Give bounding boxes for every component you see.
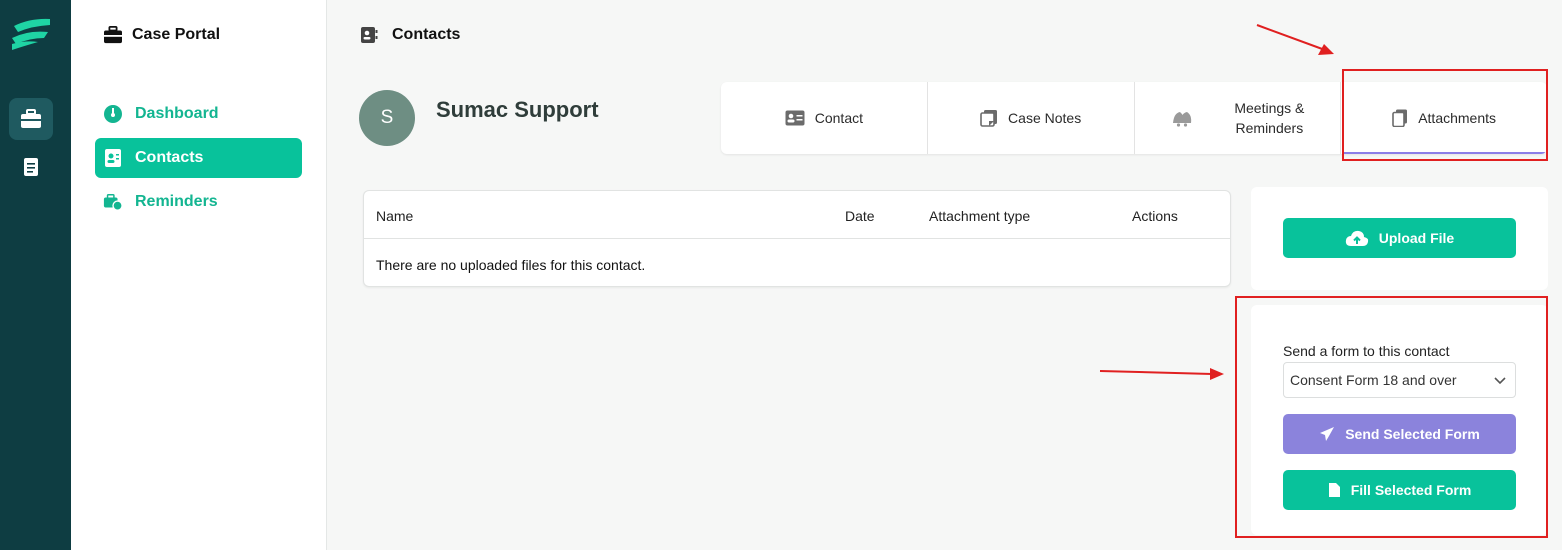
tab-label: Case Notes (1008, 110, 1082, 126)
tab-label: Contact (814, 110, 863, 126)
column-header-actions: Actions (1132, 208, 1178, 224)
app-rail (0, 0, 71, 550)
briefcase-icon (104, 26, 122, 44)
upload-file-label: Upload File (1378, 230, 1455, 246)
contacts-card-icon (103, 148, 123, 168)
arrow-icon (1099, 368, 1224, 380)
dashboard-gauge-icon (103, 104, 123, 124)
sidebar-item-label: Reminders (135, 193, 218, 210)
bells-icon (1170, 109, 1194, 127)
page-title: Contacts (392, 26, 461, 43)
portal-title: Case Portal (132, 26, 221, 43)
tab-contact[interactable]: Contact (721, 82, 928, 154)
upload-card: Upload File (1251, 187, 1548, 290)
empty-state-message: There are no uploaded files for this con… (376, 257, 646, 273)
portal-brand: Case Portal (103, 26, 220, 44)
page-header: Contacts (360, 26, 460, 44)
column-header-date[interactable]: Date (845, 208, 875, 224)
cloud-upload-icon (1345, 230, 1368, 246)
nav-panel: Case Portal Dashboard Contacts Reminders (71, 0, 327, 550)
contacts-book-icon (361, 27, 378, 43)
column-header-attachment-type[interactable]: Attachment type (929, 208, 1030, 224)
attachments-table: Name Date Attachment type Actions There … (363, 190, 1231, 287)
id-card-icon (785, 110, 805, 126)
arrow-icon (1256, 24, 1334, 55)
avatar: S (359, 90, 415, 146)
sidebar-item-contacts[interactable]: Contacts (95, 138, 302, 178)
briefcase-icon (21, 109, 41, 128)
annotation-box-attachments (1342, 69, 1548, 161)
sidebar-item-reminders[interactable]: Reminders (95, 182, 302, 222)
tab-case-notes[interactable]: Case Notes (928, 82, 1135, 154)
reminders-icon (103, 192, 123, 212)
app-logo-icon[interactable] (10, 16, 52, 52)
upload-file-button[interactable]: Upload File (1283, 218, 1516, 258)
document-icon (24, 158, 38, 176)
rail-cases-button[interactable] (9, 98, 53, 140)
table-header: Name Date Attachment type Actions (364, 191, 1230, 239)
annotation-box-forms (1235, 296, 1548, 538)
sidebar-item-dashboard[interactable]: Dashboard (95, 94, 302, 134)
sidebar-item-label: Dashboard (135, 105, 219, 122)
notes-icon (980, 109, 998, 127)
column-header-name[interactable]: Name (376, 208, 413, 224)
contact-name: Sumac Support (436, 97, 599, 122)
rail-documents-button[interactable] (9, 146, 53, 188)
tab-meetings-reminders[interactable]: Meetings & Reminders (1135, 82, 1342, 154)
sidebar-item-label: Contacts (135, 149, 204, 166)
tab-label: Meetings & Reminders (1234, 100, 1305, 136)
